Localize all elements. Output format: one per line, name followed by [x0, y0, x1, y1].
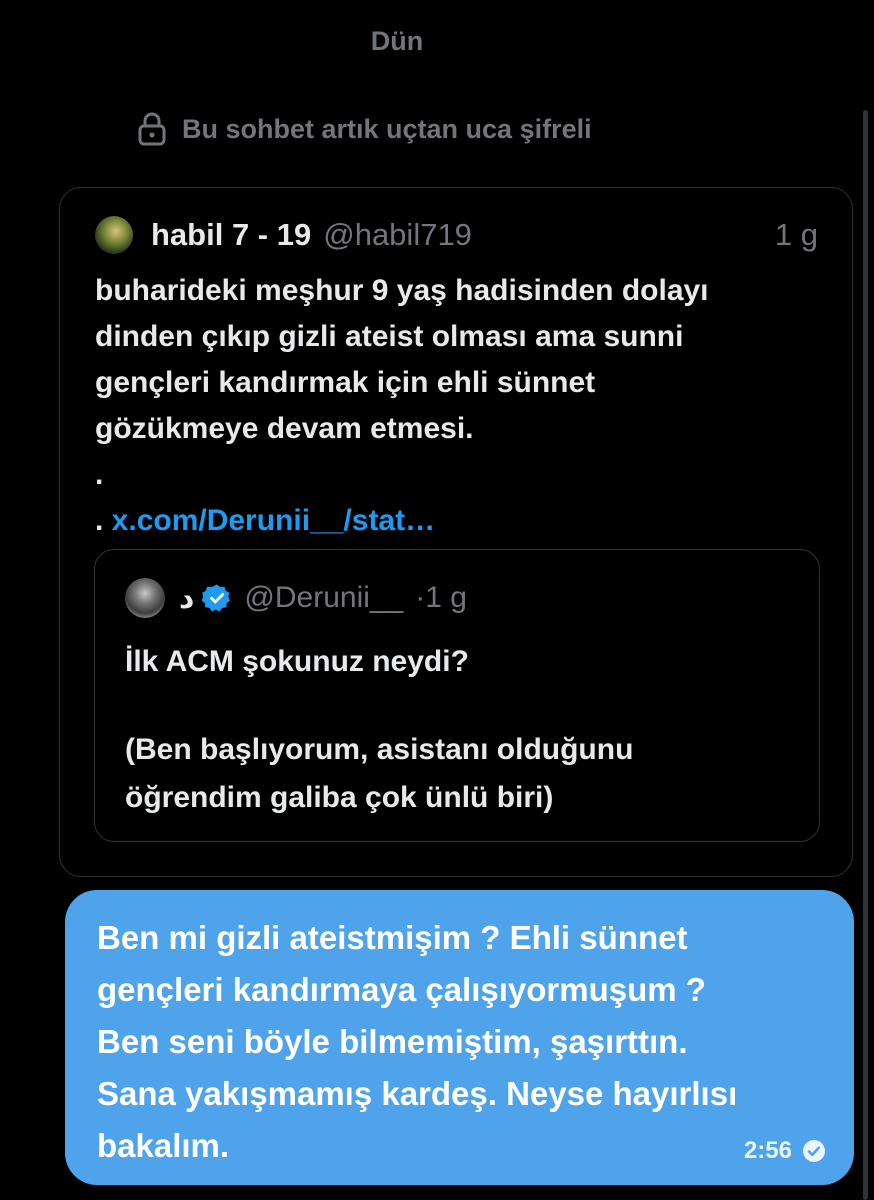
- scrollbar[interactable]: [863, 110, 868, 1200]
- quoted-author-avatar[interactable]: [125, 578, 165, 618]
- post-text: buharideki meşhur 9 yaş hadisinden dolay…: [95, 268, 825, 544]
- message-line: Ben seni böyle bilmemiştim, şaşırttın.: [97, 1023, 688, 1060]
- author-avatar[interactable]: [95, 216, 133, 254]
- post-text-line: gençleri kandırmak için ehli sünnet: [95, 366, 596, 399]
- quoted-text-line: (Ben başlıyorum, asistanı olduğunu: [125, 733, 634, 766]
- shared-post-card[interactable]: habil 7 - 19 @habil719 1 g buharideki me…: [59, 187, 853, 877]
- verified-badge-icon: [202, 584, 231, 612]
- quoted-text-line: İlk ACM şokunuz neydi?: [125, 645, 469, 678]
- author-name[interactable]: habil 7 - 19: [151, 217, 311, 253]
- encryption-notice: Bu sohbet artık uçtan uca şifreli: [138, 112, 592, 146]
- lock-icon: [138, 112, 166, 146]
- post-text-line: .: [95, 458, 104, 491]
- sent-message-text: Ben mi gizli ateistmişim ? Ehli sünnet g…: [97, 912, 827, 1172]
- sent-message-bubble[interactable]: Ben mi gizli ateistmişim ? Ehli sünnet g…: [65, 890, 854, 1185]
- quoted-post-time: ·1 g: [415, 581, 467, 614]
- post-text-line: dinden çıkıp gizli ateist olması ama sun…: [95, 320, 684, 353]
- message-line: Ben mi gizli ateistmişim ? Ehli sünnet: [97, 919, 688, 956]
- message-line: bakalım.: [97, 1127, 230, 1164]
- quoted-post-link[interactable]: x.com/Derunii__/stat…: [112, 504, 435, 537]
- quoted-post-header: د @Derunii__ ·1 g: [125, 578, 467, 618]
- message-line: gençleri kandırmaya çalışıyormuşum ?: [97, 971, 706, 1008]
- message-time: 2:56: [743, 1137, 792, 1164]
- post-link-line: . x.com/Derunii__/stat…: [95, 498, 825, 544]
- link-prefix: .: [95, 504, 112, 537]
- post-text-line: gözükmeye devam etmesi.: [95, 412, 474, 445]
- quoted-author-name[interactable]: د: [179, 581, 194, 616]
- post-time: 1 g: [774, 217, 818, 252]
- quoted-post-card[interactable]: د @Derunii__ ·1 g İlk ACM şokunuz neydi?…: [94, 549, 820, 842]
- encryption-notice-text: Bu sohbet artık uçtan uca şifreli: [182, 113, 592, 144]
- read-check-icon: [803, 1140, 825, 1162]
- author-handle[interactable]: @habil719: [323, 217, 472, 253]
- post-text-line: buharideki meşhur 9 yaş hadisinden dolay…: [95, 274, 709, 307]
- quoted-author-handle[interactable]: @Derunii__: [244, 581, 403, 615]
- date-divider: Dün: [370, 26, 424, 56]
- post-header: habil 7 - 19 @habil719 1 g: [95, 216, 818, 254]
- quoted-post-text: İlk ACM şokunuz neydi? (Ben başlıyorum, …: [125, 638, 785, 822]
- quoted-text-line: öğrendim galiba çok ünlü biri): [125, 781, 554, 814]
- message-meta: 2:56: [744, 1137, 826, 1165]
- message-line: Sana yakışmamış kardeş. Neyse hayırlısı: [97, 1075, 738, 1112]
